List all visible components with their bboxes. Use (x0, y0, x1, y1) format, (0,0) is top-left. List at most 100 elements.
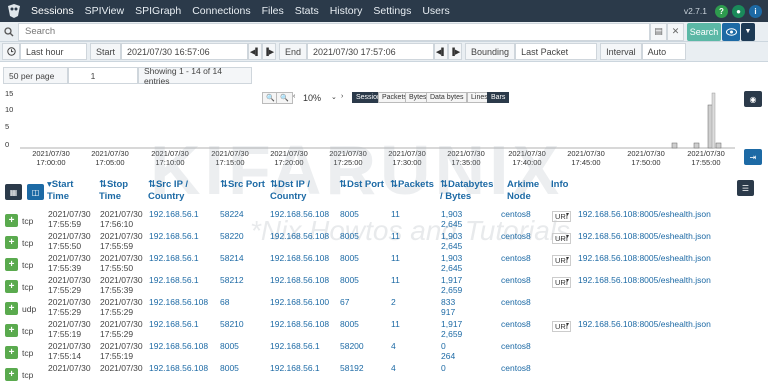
expand-row-button[interactable]: + (5, 324, 18, 337)
chevron-down-icon[interactable]: ▼ (741, 22, 755, 41)
save-query-icon[interactable]: ▤ (650, 22, 667, 41)
bytes-link[interactable]: 2,645 (441, 241, 462, 252)
page-number[interactable]: 1 (68, 67, 138, 84)
node-link[interactable]: centos8 (501, 319, 531, 330)
node-link[interactable]: centos8 (501, 363, 531, 374)
header-start-time[interactable]: ▾Start Time (47, 179, 89, 203)
info-url-link[interactable]: 192.168.56.108:8005/eshealth.json (578, 319, 711, 329)
table-row[interactable]: + udp 2021/07/30 17:55:29 2021/07/30 17:55:29… (0, 297, 768, 319)
help-icon[interactable]: ? (715, 4, 728, 18)
src-port-link[interactable]: 58212 (220, 275, 244, 286)
src-ip-link[interactable]: 192.168.56.1 (149, 231, 199, 242)
dst-ip-link[interactable]: 192.168.56.108 (270, 209, 329, 220)
bytes-link[interactable]: 2,659 (441, 285, 462, 296)
interval-select[interactable]: Auto (641, 43, 686, 60)
dst-port-link[interactable]: 8005 (340, 231, 359, 242)
nav-sessions[interactable]: Sessions (31, 0, 74, 22)
dst-port-link[interactable]: 8005 (340, 319, 359, 330)
src-port-link[interactable]: 68 (220, 297, 229, 308)
src-port-link[interactable]: 8005 (220, 363, 239, 374)
node-link[interactable]: centos8 (501, 253, 531, 264)
time-range-select[interactable]: Last hour (20, 43, 87, 60)
arkime-owl-logo-icon[interactable] (5, 2, 23, 20)
table-row[interactable]: + tcp 2021/07/30 17:55:14 2021/07/30 17:55:19… (0, 341, 768, 363)
header-node[interactable]: Arkime Node (507, 179, 547, 203)
bytes-link[interactable]: 2,645 (441, 219, 462, 230)
src-port-link[interactable]: 8005 (220, 341, 239, 352)
chevron-down-icon[interactable]: ▾ (566, 211, 569, 218)
packets-link[interactable]: 4 (391, 363, 396, 374)
packets-link[interactable]: 11 (391, 231, 400, 242)
bounding-select[interactable]: Last Packet (515, 43, 598, 60)
src-port-link[interactable]: 58220 (220, 231, 244, 242)
info-url-link[interactable]: 192.168.56.108:8005/eshealth.json (578, 231, 711, 241)
bytes-link[interactable]: 264 (441, 351, 455, 362)
src-ip-link[interactable]: 192.168.56.108 (149, 341, 208, 352)
table-row[interactable]: + tcp 2021/07/30 17:55:39 2021/07/30 17:55:50… (0, 253, 768, 275)
table-row[interactable]: + tcp 2021/07/30 17:55:19 2021/07/30 17:55:29… (0, 319, 768, 341)
dst-port-link[interactable]: 58200 (340, 341, 364, 352)
src-ip-link[interactable]: 192.168.56.1 (149, 319, 199, 330)
databytes-link[interactable]: 1,903 (441, 209, 462, 220)
end-next-icon[interactable]: ▐▶ (448, 43, 463, 60)
dst-port-link[interactable]: 8005 (340, 275, 359, 286)
src-ip-link[interactable]: 192.168.56.1 (149, 209, 199, 220)
expand-row-button[interactable]: + (5, 346, 18, 359)
databytes-link[interactable]: 1,917 (441, 275, 462, 286)
packets-link[interactable]: 2 (391, 297, 396, 308)
nav-stats[interactable]: Stats (295, 0, 319, 22)
nav-users[interactable]: Users (422, 0, 449, 22)
dst-port-link[interactable]: 58192 (340, 363, 364, 374)
packets-link[interactable]: 11 (391, 275, 400, 286)
info-url-link[interactable]: 192.168.56.108:8005/eshealth.json (578, 275, 711, 285)
column-list-icon[interactable]: ▦ (5, 184, 22, 200)
expand-row-button[interactable]: + (5, 302, 18, 315)
src-ip-link[interactable]: 192.168.56.108 (149, 297, 208, 308)
table-row[interactable]: + tcp 2021/07/30 17:55:59 2021/07/30 17:56:10… (0, 209, 768, 231)
nav-spigraph[interactable]: SPIGraph (135, 0, 181, 22)
header-src-port[interactable]: ⇅Src Port (220, 179, 266, 191)
nav-connections[interactable]: Connections (192, 0, 250, 22)
info-icon[interactable]: i (749, 4, 762, 18)
nav-spiview[interactable]: SPIView (85, 0, 125, 22)
node-link[interactable]: centos8 (501, 297, 531, 308)
bytes-link[interactable]: 917 (441, 307, 455, 318)
dst-ip-link[interactable]: 192.168.56.108 (270, 275, 329, 286)
globe-icon[interactable]: ◉ (744, 91, 762, 107)
header-src-ip[interactable]: ⇅Src IP / Country (148, 179, 208, 203)
node-link[interactable]: centos8 (501, 209, 531, 220)
table-row[interactable]: + tcp 2021/07/30 17:55:29 2021/07/30 17:55:39… (0, 275, 768, 297)
header-dst-port[interactable]: ⇅Dst Port (339, 179, 389, 191)
databytes-link[interactable]: 0 (441, 341, 446, 352)
end-prev-icon[interactable]: ◀▌ (434, 43, 449, 60)
dst-ip-link[interactable]: 192.168.56.100 (270, 297, 329, 308)
dst-ip-link[interactable]: 192.168.56.1 (270, 341, 320, 352)
dst-port-link[interactable]: 67 (340, 297, 349, 308)
nav-settings[interactable]: Settings (373, 0, 411, 22)
expand-row-button[interactable]: + (5, 236, 18, 249)
databytes-link[interactable]: 0 (441, 363, 446, 374)
node-link[interactable]: centos8 (501, 231, 531, 242)
table-row[interactable]: + tcp 2021/07/30 17:55:50 2021/07/30 17:55:59… (0, 231, 768, 253)
eye-icon[interactable] (722, 22, 740, 41)
dst-port-link[interactable]: 8005 (340, 253, 359, 264)
end-time-input[interactable]: 2021/07/30 17:57:06 (307, 43, 435, 60)
expand-graph-icon[interactable]: ⇥ (744, 149, 762, 165)
src-ip-link[interactable]: 192.168.56.108 (149, 363, 208, 374)
column-visibility-icon[interactable]: ◫ (27, 184, 44, 200)
chevron-down-icon[interactable]: ▾ (566, 321, 569, 328)
bytes-link[interactable]: 2,645 (441, 263, 462, 274)
packets-link[interactable]: 4 (391, 341, 396, 352)
health-status-icon[interactable]: ● (732, 4, 745, 18)
src-ip-link[interactable]: 192.168.56.1 (149, 275, 199, 286)
start-next-icon[interactable]: ▐▶ (262, 43, 277, 60)
start-prev-icon[interactable]: ◀▌ (248, 43, 263, 60)
packets-link[interactable]: 11 (391, 209, 400, 220)
databytes-link[interactable]: 1,917 (441, 319, 462, 330)
nav-history[interactable]: History (330, 0, 363, 22)
expand-row-button[interactable]: + (5, 214, 18, 227)
src-ip-link[interactable]: 192.168.56.1 (149, 253, 199, 264)
dst-ip-link[interactable]: 192.168.56.108 (270, 253, 329, 264)
info-columns-icon[interactable]: ☰ (737, 180, 754, 196)
dst-port-link[interactable]: 8005 (340, 209, 359, 220)
